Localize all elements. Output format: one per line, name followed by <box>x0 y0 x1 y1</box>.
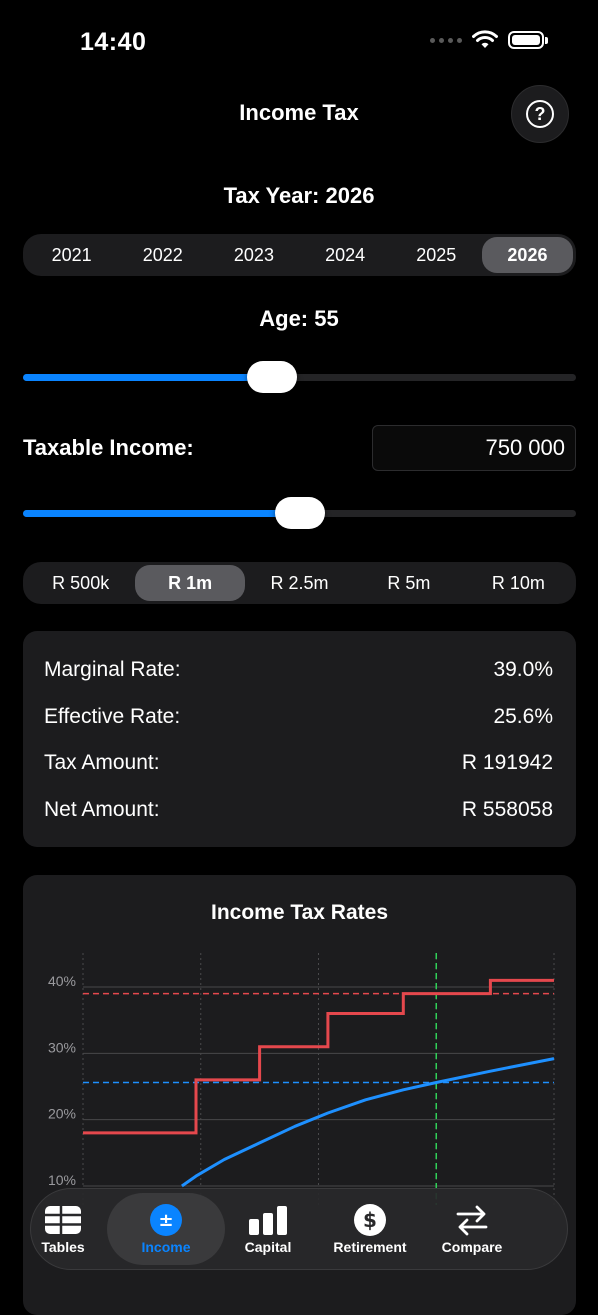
svg-text:±: ± <box>158 1210 173 1231</box>
effective-rate-label: Effective Rate: <box>44 705 181 728</box>
effective-rate-series <box>181 1057 555 1188</box>
status-icons <box>430 30 548 50</box>
income-preset-option[interactable]: R 2.5m <box>245 565 354 601</box>
tab-label: Retirement <box>333 1239 407 1255</box>
status-time: 14:40 <box>80 28 147 56</box>
svg-text:$: $ <box>363 1208 377 1232</box>
tab-label: Tables <box>41 1239 85 1255</box>
y-tick-label: 20% <box>48 1106 76 1122</box>
effective-rate-value: 25.6% <box>493 705 553 728</box>
income-preset-selector[interactable]: R 500k R 1m R 2.5m R 5m R 10m <box>23 562 576 604</box>
results-card: Marginal Rate: 39.0% Effective Rate: 25.… <box>23 631 576 847</box>
y-tick-label: 40% <box>48 973 76 989</box>
wifi-icon <box>472 30 498 48</box>
marginal-rate-row: Marginal Rate: 39.0% <box>44 658 553 682</box>
y-tick-label: 30% <box>48 1039 76 1055</box>
tax-year-option[interactable]: 2022 <box>117 237 208 273</box>
page-title: Income Tax <box>239 100 359 125</box>
arrows-swap-icon <box>455 1203 489 1237</box>
tax-year-label: Tax Year: 2026 <box>223 183 375 208</box>
taxable-income-label: Taxable Income: <box>23 435 194 460</box>
income-preset-option[interactable]: R 10m <box>464 565 573 601</box>
tax-amount-row: Tax Amount: R 191942 <box>44 751 553 775</box>
age-slider-fill <box>23 374 272 381</box>
tab-compare[interactable]: Compare <box>422 1189 522 1269</box>
income-preset-option[interactable]: R 500k <box>26 565 135 601</box>
tab-label: Compare <box>441 1239 503 1255</box>
help-button[interactable]: ? <box>511 85 569 143</box>
tax-year-option[interactable]: 2025 <box>391 237 482 273</box>
income-slider[interactable] <box>23 497 576 529</box>
tab-tables[interactable]: Tables <box>13 1189 113 1269</box>
age-label: Age: 55 <box>259 306 339 331</box>
tab-label: Income <box>141 1239 191 1255</box>
net-amount-row: Net Amount: R 558058 <box>44 798 553 822</box>
net-amount-label: Net Amount: <box>44 798 160 821</box>
taxable-income-field[interactable] <box>372 425 576 471</box>
marginal-rate-value: 39.0% <box>493 658 553 681</box>
signal-icon <box>430 37 462 43</box>
tax-year-option[interactable]: 2024 <box>300 237 391 273</box>
question-mark-icon: ? <box>526 100 554 128</box>
tax-amount-label: Tax Amount: <box>44 751 160 774</box>
plus-minus-icon: ± <box>150 1203 182 1237</box>
tax-amount-value: R 191942 <box>461 751 553 774</box>
age-slider-thumb[interactable] <box>246 361 297 393</box>
age-slider[interactable] <box>23 361 576 393</box>
tab-retirement[interactable]: $ Retirement <box>320 1189 420 1269</box>
battery-icon <box>508 31 548 49</box>
bar-chart-icon <box>248 1203 288 1237</box>
net-amount-value: R 558058 <box>461 798 553 821</box>
income-preset-option[interactable]: R 1m <box>135 565 245 601</box>
tax-year-selector[interactable]: 2021 2022 2023 2024 2025 2026 <box>23 234 576 276</box>
effective-rate-row: Effective Rate: 25.6% <box>44 705 553 729</box>
tab-capital[interactable]: Capital <box>218 1189 318 1269</box>
tab-bar: Tables ± Income Capital $ Retirement Compare <box>30 1188 568 1270</box>
marginal-rate-label: Marginal Rate: <box>44 658 181 681</box>
tax-year-option[interactable]: 2026 <box>481 237 574 273</box>
dollar-circle-icon: $ <box>354 1203 386 1237</box>
income-preset-option[interactable]: R 5m <box>354 565 463 601</box>
y-tick-label: 10% <box>48 1172 76 1188</box>
income-slider-thumb[interactable] <box>274 497 325 529</box>
tax-year-option[interactable]: 2023 <box>208 237 299 273</box>
tab-income[interactable]: ± Income <box>107 1193 225 1265</box>
table-icon <box>44 1203 82 1237</box>
income-slider-fill <box>23 510 300 517</box>
tab-label: Capital <box>244 1239 292 1255</box>
tax-year-option[interactable]: 2021 <box>26 237 117 273</box>
